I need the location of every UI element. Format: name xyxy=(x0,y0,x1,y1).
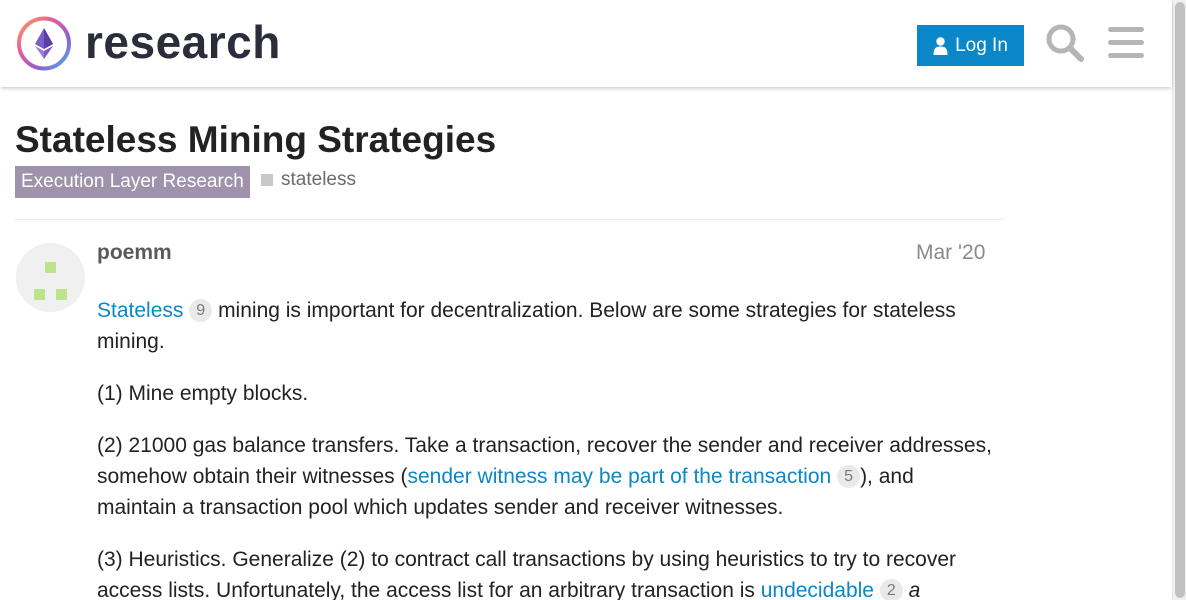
user-icon xyxy=(933,36,948,55)
ethereum-logo-icon xyxy=(17,16,71,71)
login-button-label: Log In xyxy=(955,34,1008,56)
site-header: research Log In xyxy=(0,0,1172,87)
tag-stateless[interactable]: stateless xyxy=(261,169,356,191)
topic-divider xyxy=(15,219,1004,220)
search-icon[interactable] xyxy=(1045,23,1085,63)
link-click-count: 9 xyxy=(189,299,213,322)
user-avatar[interactable] xyxy=(16,243,85,312)
undecidable-link[interactable]: undecidable xyxy=(761,579,874,600)
scrollbar-thumb[interactable] xyxy=(1175,2,1185,598)
link-click-count: 2 xyxy=(879,579,903,600)
sender-witness-link[interactable]: sender witness may be part of the transa… xyxy=(407,465,831,488)
tag-square-icon xyxy=(261,174,273,186)
link-click-count: 5 xyxy=(837,465,861,488)
topic-title[interactable]: Stateless Mining Strategies xyxy=(15,119,496,161)
post-body: Stateless 9 mining is important for dece… xyxy=(97,295,997,600)
post-text: mining is important for decentralization… xyxy=(97,299,956,353)
logo-text: research xyxy=(85,15,281,68)
post-paragraph: (3) Heuristics. Generalize (2) to contra… xyxy=(97,544,997,600)
tag-label: stateless xyxy=(281,169,356,190)
site-logo[interactable]: research xyxy=(16,15,281,72)
post-paragraph: (2) 21000 gas balance transfers. Take a … xyxy=(97,430,997,523)
post-paragraph: Stateless 9 mining is important for dece… xyxy=(97,295,997,357)
hamburger-menu-icon[interactable] xyxy=(1108,26,1144,59)
post-paragraph: (1) Mine empty blocks. xyxy=(97,382,309,405)
category-badge[interactable]: Execution Layer Research xyxy=(15,166,250,198)
post-text: a xyxy=(908,579,921,600)
post-date[interactable]: Mar '20 xyxy=(916,241,985,265)
post-username[interactable]: poemm xyxy=(97,241,172,265)
login-button[interactable]: Log In xyxy=(917,25,1024,66)
page-scrollbar[interactable] xyxy=(1172,0,1186,600)
stateless-link[interactable]: Stateless xyxy=(97,299,183,322)
